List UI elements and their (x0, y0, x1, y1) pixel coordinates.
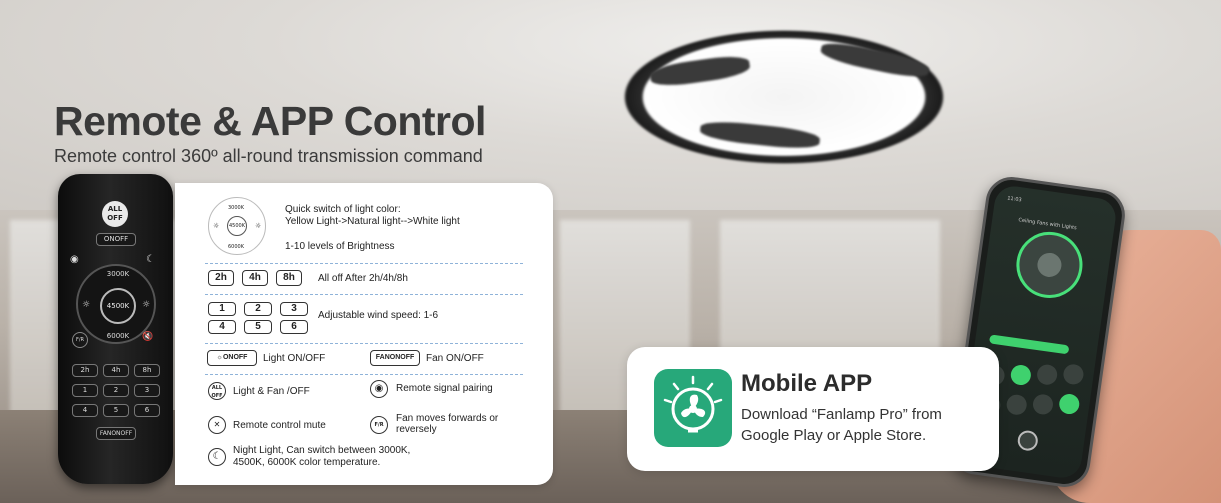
brightness-up-icon: ☼ (142, 300, 151, 310)
brightness-down-icon: ☼ (82, 300, 91, 310)
moon-icon: ☾ (208, 448, 226, 466)
speed-key-5: 5 (244, 320, 272, 334)
remote-speed-2: 2 (103, 384, 129, 397)
dial-4500k-label: 4500K (227, 216, 247, 236)
brightness-up-icon: ☼ (255, 222, 262, 230)
app-download-line-2: Google Play or Apple Store. (741, 427, 927, 444)
signal-icon: ◉ (370, 380, 388, 398)
divider (205, 343, 523, 344)
pairing-text: Remote signal pairing (396, 383, 493, 394)
phone-fan-button (1005, 393, 1028, 417)
light-onoff-key: ☼ONOFF (207, 350, 257, 366)
remote-speed-6: 6 (134, 404, 160, 417)
timer-text: All off After 2h/4h/8h (318, 273, 408, 284)
wifi-icon: ◉ (70, 254, 79, 265)
all-off-icon: ALL OFF (208, 382, 226, 400)
divider (205, 374, 523, 375)
remote-all-off-button: ALL OFF (102, 201, 128, 227)
remote-4500k-button: 4500K (100, 288, 136, 324)
fan-speed-dial (1012, 227, 1087, 303)
page-subtitle: Remote control 360º all-round transmissi… (54, 146, 483, 166)
speed-text: Adjustable wind speed: 1-6 (318, 310, 439, 321)
moon-icon: ☾ (146, 254, 155, 265)
remote-control: ALL OFF ONOFF ◉ ☾ 3000K 4500K 6000K ☼ ☼ … (58, 174, 173, 484)
ceiling-fan-light (604, 22, 964, 172)
app-download-line-1: Download “Fanlamp Pro” from (741, 406, 942, 423)
page-title: Remote & APP Control (54, 98, 486, 144)
divider (205, 263, 523, 264)
color-dial: 3000K 4500K 6000K ☼ ☼ (208, 197, 266, 255)
phone-time: 11:03 (1006, 195, 1022, 204)
fan-icon (1035, 251, 1063, 279)
mobile-app-panel: Mobile APP Download “Fanlamp Pro” from G… (627, 347, 999, 471)
remote-fan-onoff-button: FANONOFF (96, 427, 136, 440)
dial-3000k-label: 3000K (228, 205, 245, 211)
app-title: Mobile APP (741, 370, 873, 397)
mute-icon: 🔇 (142, 332, 154, 342)
remote-6000k-label: 6000K (106, 332, 130, 340)
remote-light-onoff-button: ONOFF (96, 233, 136, 246)
divider (205, 294, 523, 295)
remote-timer-2h: 2h (72, 364, 98, 377)
fr-text-1: Fan moves forwards or (396, 413, 499, 424)
night-text-1: Night Light, Can switch between 3000K, (233, 445, 411, 456)
phone-power-button (1016, 429, 1040, 452)
remote-speed-5: 5 (103, 404, 129, 417)
quick-switch-text-2: Yellow Light->Natural light-->White ligh… (285, 216, 460, 227)
timer-key-8h: 8h (276, 270, 302, 286)
quick-switch-text-1: Quick switch of light color: (285, 204, 401, 215)
function-card: 3000K 4500K 6000K ☼ ☼ Quick switch of li… (175, 183, 553, 485)
fr-text-2: reversely (396, 424, 437, 435)
speed-key-1: 1 (208, 302, 236, 316)
mute-icon: ✕ (208, 416, 226, 434)
phone-screen-title: Ceiling Fans with Lights (1017, 217, 1078, 232)
speed-key-6: 6 (280, 320, 308, 334)
phone-bulb-button (1035, 363, 1059, 386)
fan-icon (663, 375, 723, 433)
brightness-down-icon: ☼ (213, 222, 220, 230)
remote-speed-1: 1 (72, 384, 98, 397)
phone-night-button (1062, 363, 1085, 386)
mute-text: Remote control mute (233, 420, 326, 431)
brightness-slider (988, 334, 1070, 355)
night-text-2: 4500K, 6000K color temperature. (233, 457, 381, 468)
timer-key-4h: 4h (242, 270, 268, 286)
light-onoff-text: Light ON/OFF (263, 353, 326, 364)
brightness-text: 1-10 levels of Brightness (285, 241, 395, 252)
speed-key-2: 2 (244, 302, 272, 316)
remote-speed-4: 4 (72, 404, 98, 417)
fan-onoff-text: Fan ON/OFF (426, 353, 484, 364)
remote-speed-3: 3 (134, 384, 160, 397)
fr-icon: F/R (370, 416, 388, 434)
phone-reverse-button (1057, 392, 1081, 416)
speed-key-4: 4 (208, 320, 236, 334)
remote-3000k-label: 3000K (106, 270, 130, 278)
light-fan-off-text: Light & Fan /OFF (233, 386, 310, 397)
phone-light-button (1009, 363, 1033, 387)
remote-timer-8h: 8h (134, 364, 160, 377)
fanlamp-app-icon (654, 369, 732, 447)
speed-key-3: 3 (280, 302, 308, 316)
timer-key-2h: 2h (208, 270, 234, 286)
remote-timer-4h: 4h (103, 364, 129, 377)
fan-onoff-key: FANONOFF (370, 350, 420, 366)
remote-fr-button: F/R (72, 332, 88, 348)
dial-6000k-label: 6000K (228, 244, 245, 250)
phone-wind-button (1031, 393, 1055, 416)
